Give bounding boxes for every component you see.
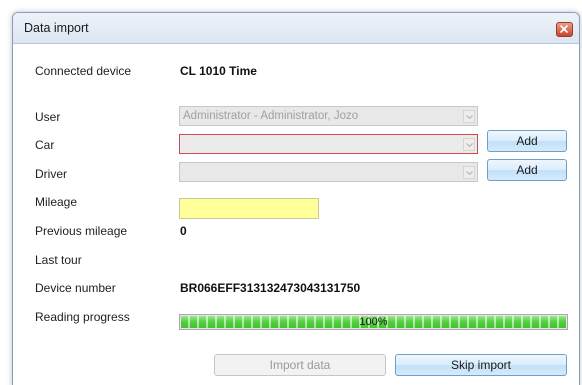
last-tour-label: Last tour xyxy=(35,253,82,267)
close-button[interactable] xyxy=(556,22,573,37)
car-select[interactable] xyxy=(179,134,478,154)
add-driver-button[interactable]: Add xyxy=(487,159,567,181)
skip-import-button[interactable]: Skip import xyxy=(395,354,567,376)
user-label: User xyxy=(35,110,61,124)
driver-label: Driver xyxy=(35,167,67,181)
connected-device-label: Connected device xyxy=(35,64,132,78)
device-number-value: BR066EFF313132473043131750 xyxy=(180,281,361,295)
chevron-down-icon xyxy=(466,143,473,147)
import-data-button[interactable]: Import data xyxy=(214,354,386,376)
reading-progress-label: Reading progress xyxy=(35,310,130,324)
driver-select[interactable] xyxy=(179,162,478,182)
mileage-field[interactable] xyxy=(179,198,319,219)
window-title: Data import xyxy=(24,21,89,35)
device-number-label: Device number xyxy=(35,281,116,295)
add-car-button[interactable]: Add xyxy=(487,130,567,152)
car-dropdown-button[interactable] xyxy=(463,138,475,151)
title-bar[interactable]: Data import xyxy=(13,13,579,44)
reading-progress-bar: 100% xyxy=(179,314,568,330)
data-import-dialog: Data import Connected device CL 1010 Tim… xyxy=(12,12,580,385)
previous-mileage-label: Previous mileage xyxy=(35,224,128,238)
car-label: Car xyxy=(35,138,55,152)
screen: Data import Connected device CL 1010 Tim… xyxy=(0,0,582,385)
close-icon xyxy=(560,25,568,33)
driver-dropdown-button[interactable] xyxy=(463,166,475,179)
chevron-down-icon xyxy=(466,171,473,175)
user-dropdown-button[interactable] xyxy=(463,110,475,123)
progress-percent-text: 100% xyxy=(359,316,388,328)
mileage-label: Mileage xyxy=(35,195,78,209)
dialog-body: Connected device CL 1010 Time User Admin… xyxy=(13,44,579,385)
user-select[interactable]: Administrator - Administrator, Jozo xyxy=(179,106,478,126)
previous-mileage-value: 0 xyxy=(180,224,187,238)
connected-device-value: CL 1010 Time xyxy=(180,64,257,78)
chevron-down-icon xyxy=(466,115,473,119)
user-select-value: Administrator - Administrator, Jozo xyxy=(183,110,359,122)
